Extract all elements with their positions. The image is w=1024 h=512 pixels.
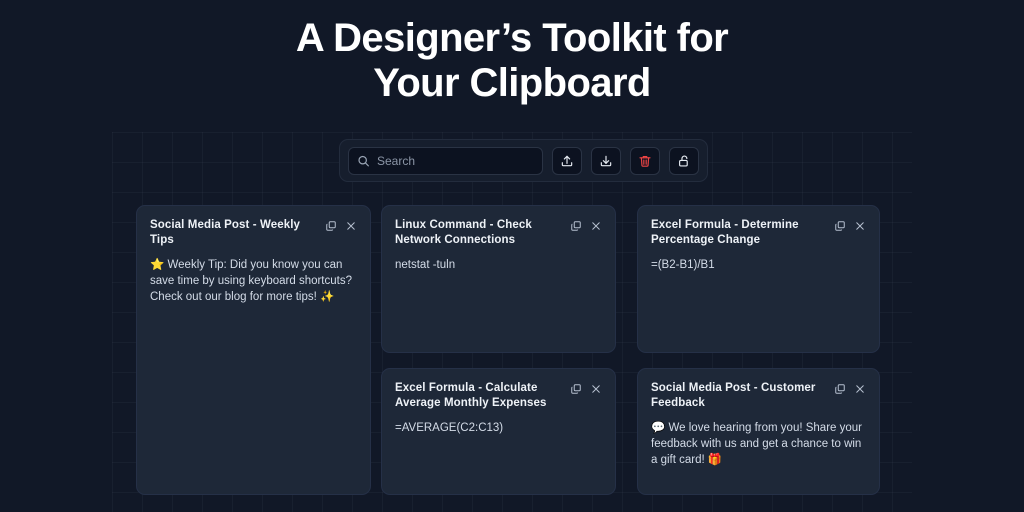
page-title: A Designer’s Toolkit for Your Clipboard [295, 16, 729, 105]
board-column-3: Excel Formula - Determine Percentage Cha… [637, 205, 880, 510]
clipboard-card-social-weekly-tips[interactable]: Social Media Post - Weekly Tips ⭐ Weekly… [136, 205, 371, 495]
upload-button[interactable] [552, 146, 582, 175]
clipboard-manager-page: A Designer’s Toolkit for Your Clipboard [0, 0, 1024, 512]
toolbar [339, 139, 708, 182]
card-actions [833, 381, 866, 395]
clipboard-card-excel-average-expenses[interactable]: Excel Formula - Calculate Average Monthl… [381, 368, 616, 495]
card-header: Linux Command - Check Network Connection… [395, 218, 602, 248]
search-input[interactable] [377, 147, 542, 174]
close-icon[interactable] [853, 382, 866, 395]
lock-button[interactable] [669, 146, 699, 175]
clipboard-card-excel-percentage-change[interactable]: Excel Formula - Determine Percentage Cha… [637, 205, 880, 353]
card-body: =(B2-B1)/B1 [651, 259, 715, 271]
card-actions [833, 218, 866, 232]
card-header: Excel Formula - Determine Percentage Cha… [651, 218, 866, 248]
close-icon[interactable] [344, 219, 357, 232]
copy-icon[interactable] [569, 219, 582, 232]
copy-icon[interactable] [569, 382, 582, 395]
card-actions [569, 381, 602, 395]
card-header: Social Media Post - Weekly Tips [150, 218, 357, 248]
card-body: =AVERAGE(C2:C13) [395, 422, 504, 434]
clipboard-card-social-customer-feedback[interactable]: Social Media Post - Customer Feedback 💬 … [637, 368, 880, 495]
card-title: Social Media Post - Weekly Tips [150, 219, 301, 246]
card-title: Excel Formula - Determine Percentage Cha… [651, 219, 799, 246]
search-field[interactable] [348, 146, 543, 175]
search-icon [357, 154, 370, 167]
card-body: ⭐ Weekly Tip: Did you know you can save … [150, 259, 352, 303]
board-column-1: Social Media Post - Weekly Tips ⭐ Weekly… [136, 205, 371, 510]
delete-button[interactable] [630, 146, 660, 175]
close-icon[interactable] [853, 219, 866, 232]
copy-icon[interactable] [833, 382, 846, 395]
clipboard-card-linux-netstat[interactable]: Linux Command - Check Network Connection… [381, 205, 616, 353]
card-actions [569, 218, 602, 232]
card-title: Excel Formula - Calculate Average Monthl… [395, 382, 547, 409]
copy-icon[interactable] [324, 219, 337, 232]
card-header: Excel Formula - Calculate Average Monthl… [395, 381, 602, 411]
card-actions [324, 218, 357, 232]
card-header: Social Media Post - Customer Feedback [651, 381, 866, 411]
close-icon[interactable] [589, 219, 602, 232]
close-icon[interactable] [589, 382, 602, 395]
card-body: netstat -tuln [395, 259, 456, 271]
card-title: Linux Command - Check Network Connection… [395, 219, 532, 246]
board-column-2: Linux Command - Check Network Connection… [381, 205, 616, 510]
card-body: 💬 We love hearing from you! Share your f… [651, 422, 862, 466]
copy-icon[interactable] [833, 219, 846, 232]
download-button[interactable] [591, 146, 621, 175]
card-title: Social Media Post - Customer Feedback [651, 382, 816, 409]
